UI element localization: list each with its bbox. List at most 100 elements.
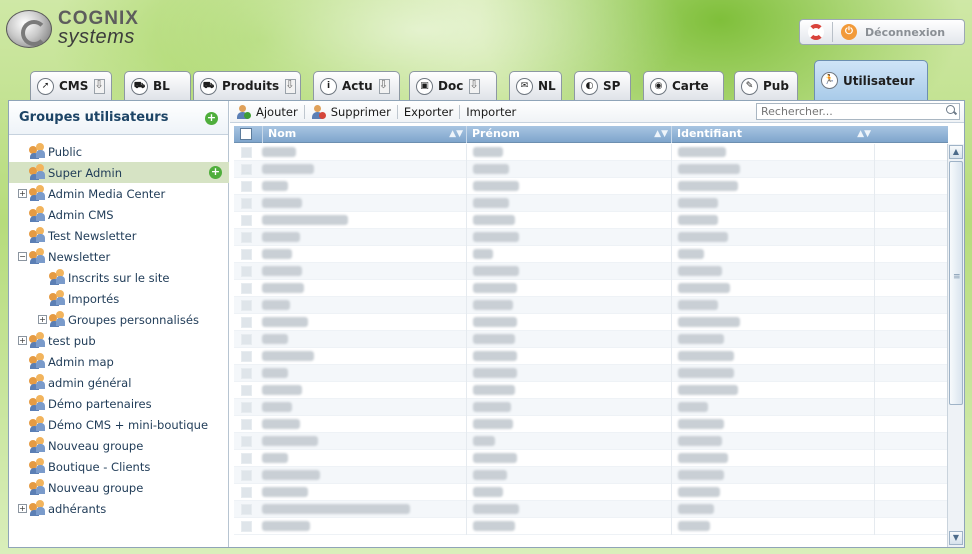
column-header-identifiant[interactable]: Identifiant ▲▼ [671,126,874,143]
column-header-nom[interactable]: Nom ▲▼ [262,126,466,143]
table-row[interactable] [234,263,948,280]
dropdown-arrow-icon[interactable] [469,78,481,94]
group-item[interactable]: − Newsletter [9,246,229,267]
add-subgroup-icon[interactable]: + [209,166,222,179]
row-checkbox[interactable] [241,402,252,413]
table-row[interactable] [234,280,948,297]
group-item[interactable]: Importés [9,288,229,309]
group-item[interactable]: admin général [9,372,229,393]
table-row[interactable] [234,178,948,195]
table-row[interactable] [234,297,948,314]
search-icon[interactable] [946,105,957,116]
table-row[interactable] [234,382,948,399]
add-group-icon[interactable]: + [205,112,218,125]
group-item[interactable]: Nouveau groupe [9,477,229,498]
table-row[interactable] [234,246,948,263]
export-button[interactable]: Exporter [398,102,459,122]
tab-cms[interactable]: ➚ CMS [30,71,112,100]
expand-icon[interactable]: + [38,315,47,324]
dropdown-arrow-icon[interactable] [378,78,390,94]
table-row[interactable] [234,348,948,365]
import-button[interactable]: Importer [460,102,522,122]
group-item[interactable]: + Groupes personnalisés [9,309,229,330]
group-item[interactable]: Démo partenaires [9,393,229,414]
tab-actu[interactable]: i Actu [313,71,400,100]
table-row[interactable] [234,433,948,450]
tab-sp[interactable]: ◐ SP [574,71,631,100]
table-row[interactable] [234,365,948,382]
row-checkbox[interactable] [241,317,252,328]
row-checkbox[interactable] [241,419,252,430]
group-item[interactable]: Inscrits sur le site [9,267,229,288]
table-row[interactable] [234,399,948,416]
scroll-thumb[interactable] [949,161,963,405]
expand-icon[interactable]: + [18,189,27,198]
row-checkbox[interactable] [241,215,252,226]
row-checkbox[interactable] [241,368,252,379]
expand-icon[interactable]: + [18,504,27,513]
row-checkbox[interactable] [241,504,252,515]
row-checkbox[interactable] [241,334,252,345]
row-checkbox[interactable] [241,266,252,277]
table-row[interactable] [234,416,948,433]
table-row[interactable] [234,314,948,331]
table-row[interactable] [234,467,948,484]
table-row[interactable] [234,229,948,246]
collapse-icon[interactable]: − [18,252,27,261]
group-item[interactable]: Super Admin + [9,162,229,183]
expand-icon[interactable]: + [18,336,27,345]
table-row[interactable] [234,331,948,348]
group-item[interactable]: Démo CMS + mini-boutique [9,414,229,435]
tab-carte[interactable]: ◉ Carte [643,71,724,100]
group-item[interactable]: + adhérants [9,498,229,519]
table-row[interactable] [234,144,948,161]
search-input[interactable] [756,103,960,120]
row-checkbox[interactable] [241,181,252,192]
group-item[interactable]: Boutique - Clients [9,456,229,477]
scroll-up-icon[interactable]: ▲ [949,145,963,159]
table-row[interactable] [234,195,948,212]
users-grid-scrollbar[interactable]: ▲ ▼ [947,144,964,547]
group-item[interactable]: Public [9,141,229,162]
group-item[interactable]: Nouveau groupe [9,435,229,456]
lifebuoy-icon[interactable] [808,24,824,40]
delete-user-button[interactable]: Supprimer [305,102,397,122]
row-checkbox[interactable] [241,283,252,294]
tab-nl[interactable]: ✉ NL [509,71,562,100]
row-checkbox[interactable] [241,232,252,243]
group-item[interactable]: + Admin Media Center [9,183,229,204]
table-row[interactable] [234,450,948,467]
table-row[interactable] [234,161,948,178]
table-row[interactable] [234,484,948,501]
dropdown-arrow-icon[interactable] [94,78,106,94]
select-all-checkbox[interactable] [240,128,252,140]
tab-pub[interactable]: ✎ Pub [734,71,798,100]
table-row[interactable] [234,501,948,518]
row-checkbox[interactable] [241,164,252,175]
row-checkbox[interactable] [241,453,252,464]
row-checkbox[interactable] [241,436,252,447]
column-header-prenom[interactable]: Prénom ▲▼ [466,126,671,143]
row-checkbox[interactable] [241,198,252,209]
tab-produits[interactable]: ⛟ Produits [193,71,301,100]
tab-utilisateur[interactable]: 🏃 Utilisateur [814,60,928,100]
group-item[interactable]: + test pub [9,330,229,351]
row-checkbox[interactable] [241,351,252,362]
group-item[interactable]: Admin CMS [9,204,229,225]
group-item[interactable]: Admin map [9,351,229,372]
logout-button[interactable]: ⏻ Déconnexion [799,19,965,45]
tab-bl[interactable]: ⛟ BL [124,71,191,100]
row-checkbox[interactable] [241,300,252,311]
add-user-button[interactable]: Ajouter [230,102,304,122]
row-checkbox[interactable] [241,385,252,396]
row-checkbox[interactable] [241,487,252,498]
row-checkbox[interactable] [241,470,252,481]
scroll-down-icon[interactable]: ▼ [949,531,963,545]
group-item[interactable]: Test Newsletter [9,225,229,246]
tab-doc[interactable]: ▣ Doc [409,71,497,100]
table-row[interactable] [234,518,948,535]
table-row[interactable] [234,212,948,229]
row-checkbox[interactable] [241,147,252,158]
row-checkbox[interactable] [241,521,252,532]
row-checkbox[interactable] [241,249,252,260]
